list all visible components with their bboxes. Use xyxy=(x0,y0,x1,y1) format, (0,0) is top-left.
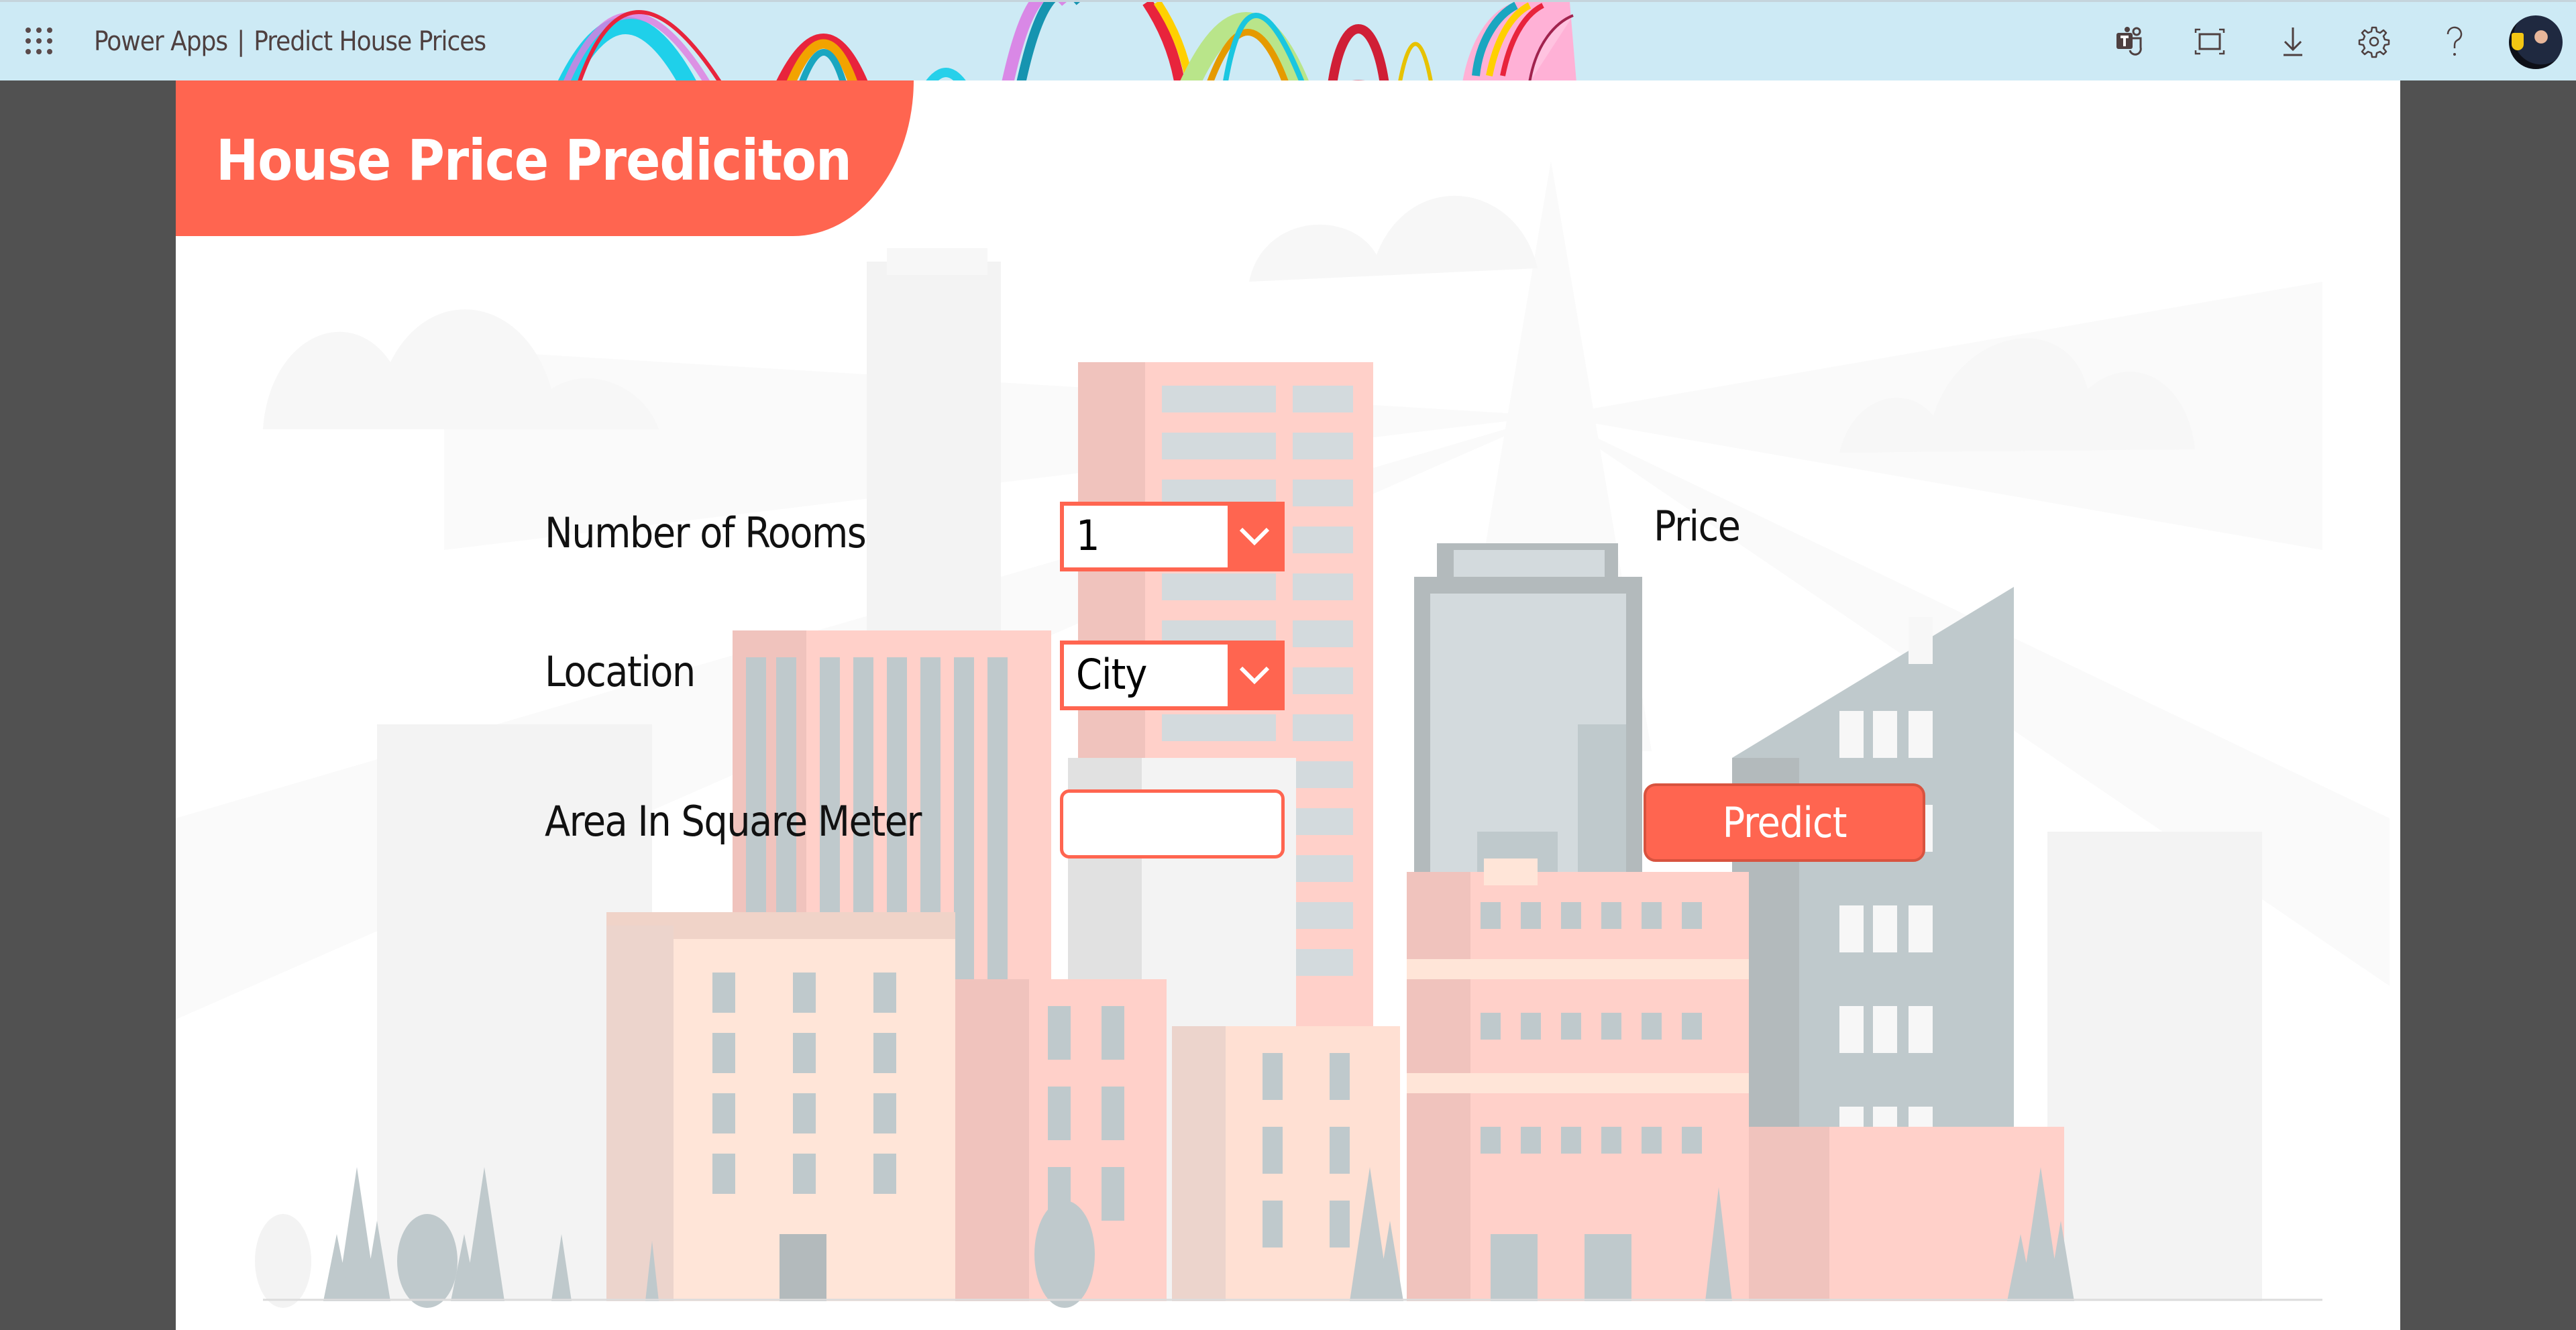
predict-button[interactable]: Predict xyxy=(1644,783,1925,862)
area-label: Area In Square Meter xyxy=(545,797,922,846)
app-launcher-waffle-icon[interactable] xyxy=(25,27,54,56)
area-input[interactable] xyxy=(1060,789,1285,858)
city-skyline-illustration xyxy=(176,161,2390,1308)
product-name: Power Apps xyxy=(94,26,228,57)
fit-to-window-icon[interactable] xyxy=(2190,22,2229,61)
gold-badge-icon xyxy=(2512,33,2524,50)
rooms-label: Number of Rooms xyxy=(545,508,867,557)
rainbow-banner-decoration xyxy=(557,2,1576,80)
teams-icon[interactable] xyxy=(2110,22,2149,61)
chevron-down-icon[interactable] xyxy=(1228,506,1281,567)
title-separator: | xyxy=(237,26,245,57)
price-label: Price xyxy=(1654,502,1741,551)
location-dropdown[interactable]: City xyxy=(1060,641,1285,710)
rooms-dropdown[interactable]: 1 xyxy=(1060,502,1285,571)
settings-gear-icon[interactable] xyxy=(2355,22,2394,61)
page-title: House Price Prediciton xyxy=(216,127,852,193)
user-avatar[interactable] xyxy=(2509,15,2563,69)
download-icon[interactable] xyxy=(2273,22,2312,61)
location-label: Location xyxy=(545,647,696,696)
app-canvas: House Price Prediciton Number of Rooms 1… xyxy=(176,80,2400,1330)
app-name: Predict House Prices xyxy=(254,26,486,57)
help-question-icon[interactable] xyxy=(2435,22,2474,61)
power-apps-header-bar: Power Apps | Predict House Prices xyxy=(0,0,2576,80)
rooms-selected-value: 1 xyxy=(1076,511,1099,560)
app-title: Power Apps | Predict House Prices xyxy=(94,26,486,57)
chevron-down-icon[interactable] xyxy=(1228,645,1281,706)
location-selected-value: City xyxy=(1076,650,1147,699)
header-ribbon: House Price Prediciton xyxy=(176,80,914,236)
